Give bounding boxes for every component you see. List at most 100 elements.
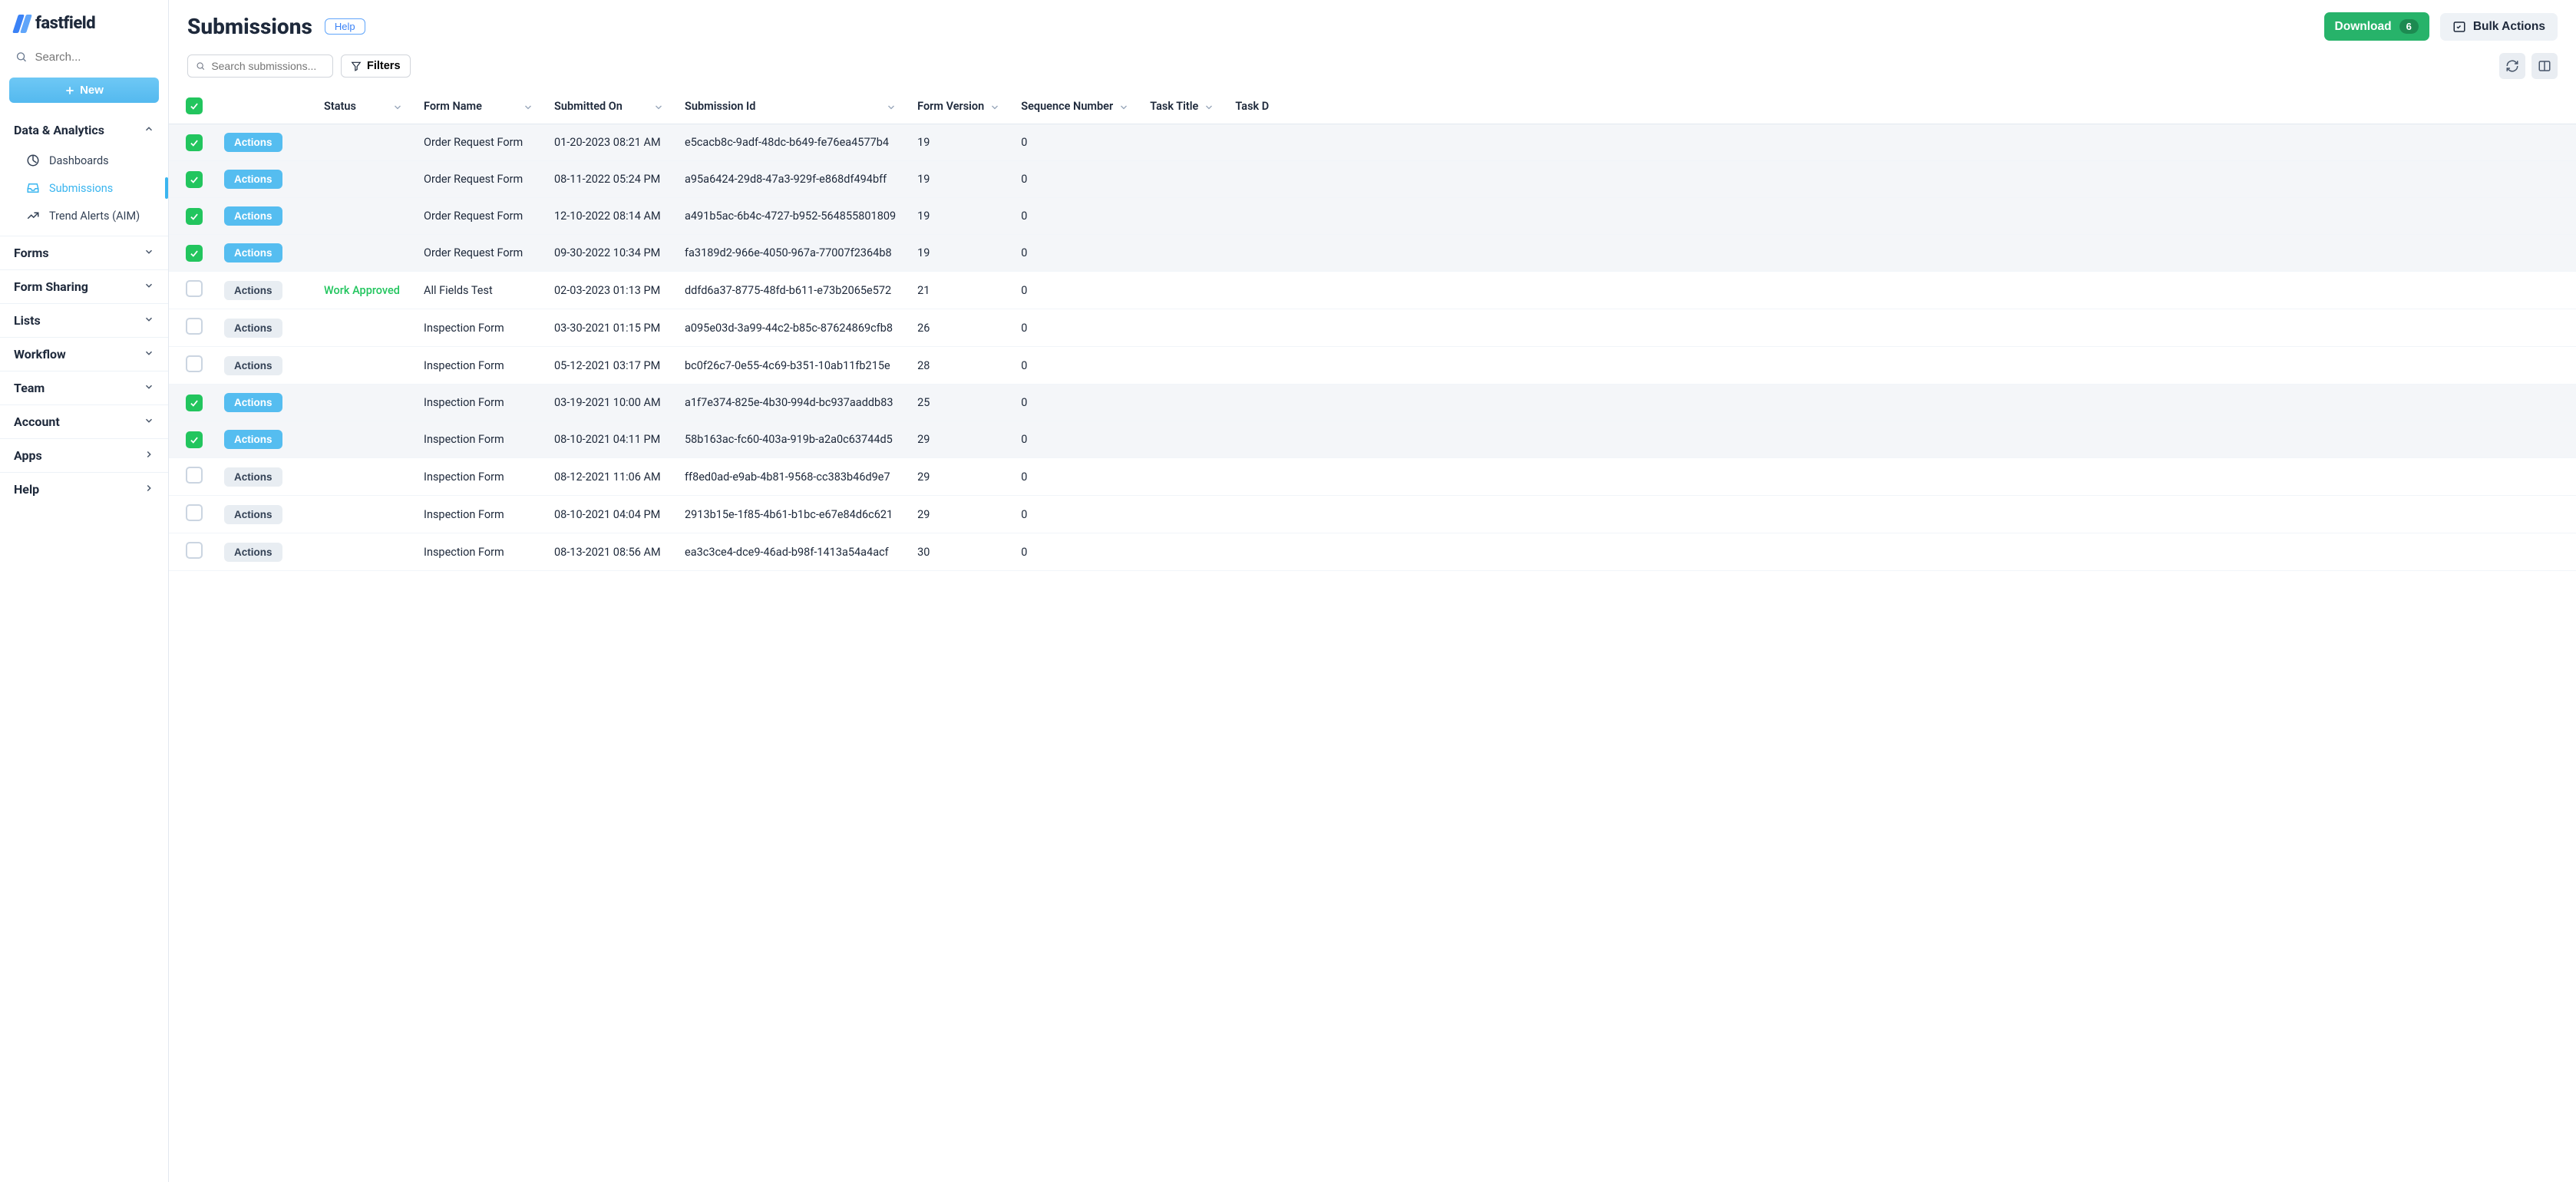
nav-section-account[interactable]: Account [0,404,168,438]
column-form-version[interactable]: Form Version [907,88,1010,124]
table-row[interactable]: ActionsInspection Form03-30-2021 01:15 P… [169,309,2576,347]
row-checkbox[interactable] [186,395,203,411]
nav-item-dashboards[interactable]: Dashboards [0,147,168,174]
nav-section-label: Data & Analytics [14,123,104,137]
row-checkbox[interactable] [186,134,203,151]
chevron-down-icon [144,347,154,362]
sort-desc-icon [393,101,402,111]
row-actions-button[interactable]: Actions [224,467,282,487]
cell-id: bc0f26c7-0e55-4c69-b351-10ab11fb215e [685,359,890,372]
row-checkbox[interactable] [186,542,203,559]
nav-item-label: Trend Alerts (AIM) [49,210,140,223]
global-search[interactable] [0,42,168,74]
nav-section-help[interactable]: Help [0,472,168,506]
row-actions-button[interactable]: Actions [224,206,282,226]
nav-item-submissions[interactable]: Submissions [0,174,168,202]
filters-button[interactable]: Filters [341,54,411,78]
nav-section-data-analytics[interactable]: Data & Analytics [0,114,168,147]
column-form-name[interactable]: Form Name [413,88,543,124]
row-actions-button[interactable]: Actions [224,393,282,412]
row-actions-button[interactable]: Actions [224,430,282,449]
row-actions-button[interactable]: Actions [224,505,282,524]
cell-date: 08-12-2021 11:06 AM [554,470,661,484]
column-submitted-on[interactable]: Submitted On [543,88,674,124]
chevron-down-icon [144,246,154,260]
cell-id: a095e03d-3a99-44c2-b85c-87624869cfb8 [685,322,893,335]
nav-section-forms[interactable]: Forms [0,236,168,269]
table-row[interactable]: ActionsInspection Form05-12-2021 03:17 P… [169,347,2576,385]
cell-taskd [1224,161,2576,198]
row-actions-button[interactable]: Actions [224,356,282,375]
chevron-down-icon [144,414,154,429]
table-row[interactable]: ActionsInspection Form08-10-2021 04:11 P… [169,421,2576,458]
row-checkbox[interactable] [186,280,203,297]
table-row[interactable]: ActionsInspection Form08-10-2021 04:04 P… [169,496,2576,533]
row-checkbox[interactable] [186,245,203,262]
cell-ver: 29 [917,470,930,484]
table-row[interactable]: ActionsWork ApprovedAll Fields Test02-03… [169,272,2576,309]
row-actions-button[interactable]: Actions [224,170,282,189]
nav-item-label: Dashboards [49,154,109,167]
nav-section-apps[interactable]: Apps [0,438,168,472]
row-actions-button[interactable]: Actions [224,281,282,300]
table-row[interactable]: ActionsOrder Request Form12-10-2022 08:1… [169,198,2576,235]
nav-section-workflow[interactable]: Workflow [0,337,168,371]
column-status[interactable]: Status [313,88,413,124]
cell-ver: 25 [917,396,930,409]
chevron-right-icon [144,482,154,497]
chevron-down-icon [144,279,154,294]
table-search-input[interactable] [211,60,325,72]
nav-section-form-sharing[interactable]: Form Sharing [0,269,168,303]
row-checkbox[interactable] [186,355,203,372]
row-checkbox[interactable] [186,171,203,188]
refresh-button[interactable] [2499,53,2525,79]
global-search-input[interactable] [35,51,153,64]
table-row[interactable]: ActionsInspection Form03-19-2021 10:00 A… [169,385,2576,421]
cell-ver: 19 [917,210,930,223]
nav-item-trend-alerts-aim-[interactable]: Trend Alerts (AIM) [0,202,168,229]
trend-icon [26,209,40,223]
cell-id: a491b5ac-6b4c-4727-b952-564855801809 [685,210,896,223]
row-checkbox[interactable] [186,318,203,335]
bulk-actions-label: Bulk Actions [2473,20,2545,34]
cell-seq: 0 [1021,173,1027,186]
table-scroll[interactable]: StatusForm NameSubmitted OnSubmission Id… [169,88,2576,1182]
table-row[interactable]: ActionsOrder Request Form01-20-2023 08:2… [169,124,2576,161]
table-search[interactable] [187,54,333,78]
row-checkbox[interactable] [186,504,203,521]
table-row[interactable]: ActionsInspection Form08-13-2021 08:56 A… [169,533,2576,571]
cell-seq: 0 [1021,433,1027,446]
table-row[interactable]: ActionsOrder Request Form09-30-2022 10:3… [169,235,2576,272]
nav-section-lists[interactable]: Lists [0,303,168,337]
row-actions-button[interactable]: Actions [224,243,282,262]
column-task-d[interactable]: Task D [1224,88,2576,124]
filter-icon [351,61,362,71]
download-button[interactable]: Download 6 [2324,12,2429,41]
column-submission-id[interactable]: Submission Id [674,88,907,124]
nav-section-label: Team [14,381,45,395]
columns-button[interactable] [2531,53,2558,79]
bulk-actions-button[interactable]: Bulk Actions [2440,13,2558,41]
submissions-table: StatusForm NameSubmitted OnSubmission Id… [169,88,2576,571]
row-checkbox[interactable] [186,431,203,448]
table-row[interactable]: ActionsOrder Request Form08-11-2022 05:2… [169,161,2576,198]
table-row[interactable]: ActionsInspection Form08-12-2021 11:06 A… [169,458,2576,496]
help-button[interactable]: Help [325,18,365,35]
column-task-title[interactable]: Task Title [1139,88,1224,124]
row-actions-button[interactable]: Actions [224,543,282,562]
row-actions-button[interactable]: Actions [224,319,282,338]
select-all-checkbox[interactable] [186,97,203,114]
column-sequence-number[interactable]: Sequence Number [1010,88,1139,124]
sort-desc-icon [654,101,663,111]
row-checkbox[interactable] [186,467,203,484]
new-button[interactable]: New [9,78,159,103]
row-checkbox[interactable] [186,208,203,225]
columns-icon [2538,59,2551,73]
cell-taskd [1224,198,2576,235]
row-actions-button[interactable]: Actions [224,133,282,152]
nav-section-team[interactable]: Team [0,371,168,404]
chevron-right-icon [144,448,154,463]
cell-ver: 19 [917,173,930,186]
nav-section-label: Account [14,414,60,429]
column-label: Task D [1235,100,1269,113]
